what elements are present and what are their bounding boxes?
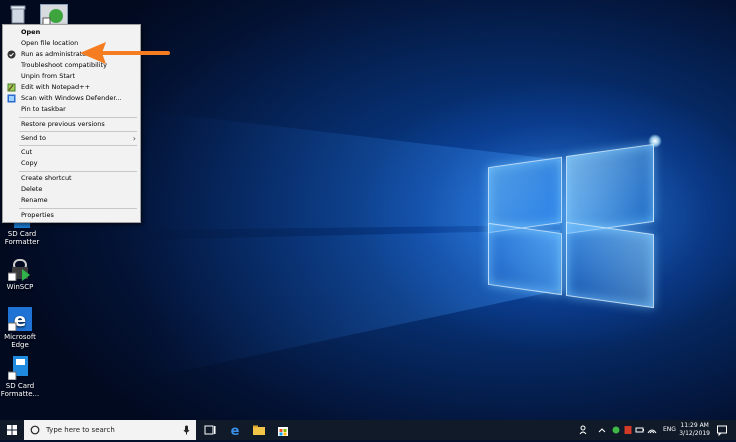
battery-icon[interactable] — [635, 423, 645, 437]
menu-item-rename[interactable]: Rename — [3, 195, 140, 206]
chevron-right-icon: › — [132, 134, 136, 143]
menu-separator — [19, 117, 137, 118]
update-status-icon[interactable] — [611, 423, 621, 437]
desktop-icon-label: SD Card — [5, 382, 35, 390]
menu-item-cut[interactable]: Cut — [3, 147, 140, 158]
microphone-icon[interactable] — [183, 425, 190, 435]
desktop-icon-label: Formatte... — [0, 390, 40, 398]
shield-check-icon — [7, 50, 16, 59]
menu-separator — [19, 145, 137, 146]
orange-arrow-icon — [80, 42, 170, 64]
menu-item-edit-with-notepad[interactable]: Edit with Notepad++ — [3, 82, 140, 93]
chevron-up-icon[interactable] — [597, 423, 607, 437]
menu-item-create-shortcut[interactable]: Create shortcut — [3, 173, 140, 184]
notepad-plus-icon — [7, 83, 16, 92]
menu-item-open[interactable]: Open — [3, 27, 140, 38]
defender-icon — [7, 94, 16, 103]
menu-item-send-to[interactable]: Send to › — [3, 133, 140, 144]
recycle-bin-icon[interactable] — [9, 4, 31, 26]
desktop-icon-label: Formatter — [4, 238, 40, 246]
taskbar: Type here to search e ENG 11:29 AM 3/12/… — [0, 420, 736, 440]
menu-item-restore-previous-versions[interactable]: Restore previous versions — [3, 119, 140, 130]
menu-item-unpin-from-start[interactable]: Unpin from Start — [3, 71, 140, 82]
menu-item-properties[interactable]: Properties — [3, 210, 140, 221]
sd-card-icon — [7, 356, 32, 381]
windows-start-icon — [7, 425, 17, 435]
taskbar-search-box[interactable]: Type here to search — [24, 420, 196, 440]
menu-item-delete[interactable]: Delete — [3, 184, 140, 195]
input-language[interactable]: ENG — [663, 426, 676, 433]
file-explorer-icon[interactable] — [252, 423, 266, 437]
network-icon[interactable] — [646, 423, 658, 437]
menu-item-scan-with-windows-defender[interactable]: Scan with Windows Defender... — [3, 93, 140, 104]
search-icon — [30, 425, 40, 435]
menu-separator — [19, 171, 137, 172]
desktop-icon-winscp[interactable]: WinSCP — [0, 257, 42, 291]
start-button[interactable] — [0, 420, 24, 440]
menu-separator — [19, 208, 137, 209]
task-view-icon[interactable] — [203, 423, 217, 437]
clock-time: 11:29 AM — [680, 422, 709, 429]
winscp-icon — [7, 257, 32, 282]
desktop-icon-label: Microsoft — [4, 333, 36, 341]
desktop-icon-label: SD Card — [7, 230, 37, 238]
menu-item-copy[interactable]: Copy — [3, 158, 140, 169]
clock-date: 3/12/2019 — [679, 430, 710, 437]
people-icon[interactable] — [579, 423, 589, 437]
menu-item-pin-to-taskbar[interactable]: Pin to taskbar — [3, 104, 140, 115]
desktop-icon-label: Edge — [11, 341, 29, 349]
menu-separator — [19, 131, 137, 132]
desktop-icon-label: WinSCP — [6, 283, 34, 291]
store-icon[interactable] — [276, 423, 290, 437]
action-center-icon[interactable] — [716, 423, 728, 437]
desktop-background: SD Card Formatter WinSCP e Microsoft Edg… — [0, 0, 736, 420]
svg-text:e: e — [231, 424, 240, 437]
security-alert-icon[interactable] — [623, 423, 633, 437]
desktop-icon-microsoft-edge[interactable]: e Microsoft Edge — [0, 307, 42, 349]
edge-browser-icon[interactable]: e — [228, 423, 242, 437]
search-placeholder: Type here to search — [46, 426, 115, 434]
edge-icon: e — [7, 307, 32, 332]
windows-logo-wallpaper — [486, 140, 656, 309]
desktop-icon-sd-card-formatter-2[interactable]: SD Card Formatte... — [0, 356, 42, 398]
taskbar-clock[interactable]: 11:29 AM 3/12/2019 — [679, 422, 710, 438]
light-flare — [648, 134, 662, 148]
